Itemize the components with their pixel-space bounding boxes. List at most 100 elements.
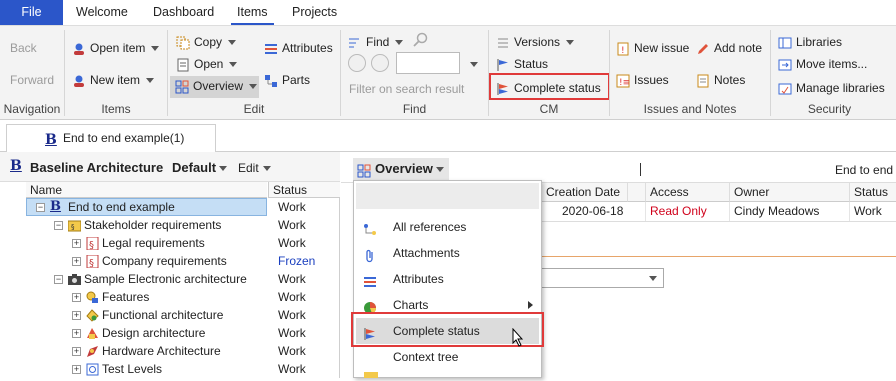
new-item-button[interactable]: New item <box>72 70 155 90</box>
parts-icon <box>264 74 278 88</box>
next-result-button[interactable] <box>371 54 389 72</box>
edit-group-label: Edit <box>243 102 265 116</box>
tree-row[interactable]: − B End to end example Work <box>6 198 334 216</box>
tree-row[interactable]: + § Company requirements Frozen <box>6 252 334 270</box>
tree-row[interactable]: + Test Levels Work <box>6 360 334 378</box>
tree-row[interactable]: + § Legal requirements Work <box>6 234 334 252</box>
baseline-tree-panel: B Baseline Architecture Default Edit Nam… <box>0 152 340 378</box>
requirement-icon: § <box>86 236 99 251</box>
tab-items[interactable]: Items <box>231 0 274 25</box>
filter-select[interactable] <box>541 268 664 288</box>
access-cell: Read Only <box>645 202 729 221</box>
parts-button[interactable]: Parts <box>264 70 310 90</box>
design-architecture-icon <box>86 327 99 340</box>
ribbon: Back Forward Navigation Open item New it… <box>0 25 896 120</box>
document-tab[interactable]: B End to end example(1) <box>6 124 216 152</box>
creation-date-cell: 2020-06-18 <box>541 202 645 221</box>
pie-chart-icon <box>363 298 377 314</box>
camera-icon <box>68 273 81 286</box>
overview-dropdown-button[interactable]: Overview <box>353 158 449 180</box>
overview-button[interactable]: Overview <box>170 76 259 98</box>
owner-cell: Cindy Meadows <box>729 202 849 221</box>
tab-welcome[interactable]: Welcome <box>70 0 134 25</box>
test-levels-icon <box>86 363 99 376</box>
baseline-title: Baseline Architecture <box>30 160 164 175</box>
find-button[interactable]: Find <box>348 32 404 52</box>
issues-icon: !≡ <box>616 74 630 88</box>
issues-group-label: Issues and Notes <box>643 102 737 116</box>
issues-button[interactable]: !≡ Issues <box>616 70 669 90</box>
tree-row[interactable]: − Sample Electronic architecture Work <box>6 270 334 288</box>
move-items-icon <box>778 58 792 72</box>
new-issue-icon: ! <box>616 42 630 56</box>
status-cell: Work <box>849 202 896 221</box>
libraries-button[interactable]: Libraries <box>778 32 842 52</box>
add-note-icon <box>696 42 710 56</box>
column-header-status[interactable]: Status <box>268 182 340 198</box>
column-header-name[interactable]: Name <box>26 182 267 198</box>
next-item-icon <box>364 372 378 378</box>
column-header-owner[interactable]: Owner <box>729 183 849 202</box>
file-tab[interactable]: File <box>0 0 63 25</box>
back-button[interactable]: Back <box>10 38 37 58</box>
tab-dashboard[interactable]: Dashboard <box>147 0 220 25</box>
baseline-icon: B <box>10 158 22 174</box>
svg-text:§: § <box>89 258 94 268</box>
tab-projects[interactable]: Projects <box>286 0 343 25</box>
menu-item-attributes[interactable]: Attributes <box>354 266 541 292</box>
column-header-access[interactable]: Access <box>645 183 729 202</box>
status-button[interactable]: Status <box>496 54 548 74</box>
versions-icon <box>496 36 510 50</box>
chevron-down-icon <box>649 276 657 281</box>
column-header-status[interactable]: Status <box>849 183 896 202</box>
open-button[interactable]: Open <box>176 54 238 74</box>
svg-text:!: ! <box>621 46 625 56</box>
baseline-variant-select[interactable]: Default <box>172 160 228 175</box>
versions-button[interactable]: Versions <box>496 32 575 52</box>
overview-dropdown-menu: All references Attachments Attributes Ch… <box>353 180 542 378</box>
manage-libraries-button[interactable]: Manage libraries <box>778 78 885 98</box>
column-header-creation-date[interactable]: Creation Date <box>541 183 627 202</box>
tree-row[interactable]: + Functional architecture Work <box>6 306 334 324</box>
svg-text:!≡: !≡ <box>619 78 630 88</box>
open-item-icon <box>72 42 86 56</box>
panel-title: End to end <box>835 163 894 177</box>
section-divider <box>541 256 896 257</box>
submenu-arrow-icon <box>528 301 533 309</box>
libraries-icon <box>778 36 792 50</box>
notes-icon <box>696 74 710 88</box>
forward-button[interactable]: Forward <box>10 70 54 90</box>
menu-item-attachments[interactable]: Attachments <box>354 240 541 266</box>
baseline-icon: B <box>45 132 57 148</box>
mouse-cursor-icon <box>512 327 526 348</box>
search-icon[interactable] <box>413 32 429 48</box>
attributes-icon <box>363 272 377 287</box>
tree-row[interactable]: + Design architecture Work <box>6 324 334 342</box>
attributes-button[interactable]: Attributes <box>264 38 333 58</box>
copy-button[interactable]: Copy <box>176 32 237 52</box>
tree-row[interactable]: + Features Work <box>6 288 334 306</box>
filter-on-search-result[interactable]: Filter on search result <box>349 79 464 99</box>
add-note-button[interactable]: Add note <box>696 38 762 58</box>
new-issue-button[interactable]: ! New issue <box>616 38 689 58</box>
edit-menu[interactable]: Edit <box>238 161 271 175</box>
attributes-icon <box>264 42 278 56</box>
find-group-label: Find <box>402 102 427 116</box>
svg-text:§: § <box>71 223 75 231</box>
baseline-icon: B <box>50 199 61 214</box>
overview-icon <box>175 80 189 94</box>
tree-row[interactable]: − § Stakeholder requirements Work <box>6 216 334 234</box>
open-item-button[interactable]: Open item <box>72 38 160 58</box>
move-items-button[interactable]: Move items... <box>778 54 867 74</box>
tree-row[interactable]: + Hardware Architecture Work <box>6 342 334 360</box>
copy-icon <box>176 36 190 50</box>
find-dropdown-chevron-icon[interactable] <box>470 62 478 67</box>
previous-result-button[interactable] <box>348 54 366 72</box>
notes-button[interactable]: Notes <box>696 70 745 90</box>
hardware-architecture-icon <box>86 345 99 358</box>
menu-item-all-references[interactable]: All references <box>354 214 541 240</box>
open-doc-icon <box>176 58 190 72</box>
find-icon <box>348 36 362 50</box>
find-input[interactable] <box>396 52 460 74</box>
dropdown-search-field[interactable] <box>356 183 539 209</box>
